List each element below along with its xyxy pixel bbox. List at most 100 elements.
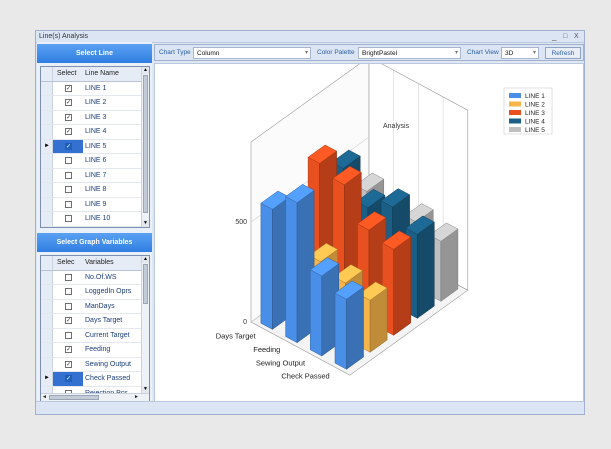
row-checkbox[interactable] — [65, 171, 72, 179]
grid-row[interactable]: Current Target — [41, 328, 149, 343]
row-header-cell[interactable] — [41, 328, 53, 342]
scroll-right-icon[interactable]: ► — [134, 394, 139, 400]
row-checkbox[interactable] — [65, 200, 72, 208]
vertical-scrollbar[interactable]: ▲ ▼ — [141, 256, 149, 393]
grid-row[interactable]: LINE 10 — [41, 212, 149, 227]
current-row-icon: ► — [44, 375, 50, 381]
name-column-header[interactable]: Line Name — [85, 70, 119, 77]
row-checkbox[interactable] — [65, 157, 72, 164]
row-header-cell[interactable] — [41, 212, 53, 226]
row-header-cell[interactable] — [41, 110, 53, 124]
chart-toolbar: Chart Type Column ▾ Color Palette Bright… — [154, 44, 584, 61]
scroll-thumb[interactable] — [143, 75, 148, 213]
vertical-scrollbar[interactable]: ▲ ▼ — [141, 67, 149, 227]
row-header-cell[interactable]: ► — [41, 372, 53, 386]
grid-row[interactable]: ✓ LINE 3 — [41, 110, 149, 125]
grid-row[interactable]: ✓ Days Target — [41, 314, 149, 329]
scroll-up-icon[interactable]: ▲ — [142, 67, 149, 74]
row-checkbox[interactable]: ✓ — [65, 128, 72, 135]
maximize-icon[interactable]: □ — [563, 33, 567, 40]
row-checkbox[interactable]: ✓ — [65, 99, 72, 106]
select-column-header[interactable]: Selec — [57, 259, 75, 266]
minimize-icon[interactable]: _ — [552, 32, 556, 41]
row-header-cell[interactable] — [41, 343, 53, 357]
scroll-thumb[interactable] — [143, 264, 148, 304]
grid-row[interactable]: ✓ Feeding — [41, 343, 149, 358]
chart-type-value: Column — [197, 50, 220, 57]
row-checkbox[interactable] — [65, 215, 72, 222]
row-checkbox[interactable] — [65, 273, 72, 281]
chart-title: Analysis — [383, 123, 410, 130]
chart-svg: 0 500 Analysis Days Target Feeding Sewing Out… — [216, 56, 553, 381]
name-column-header[interactable]: Variables — [85, 259, 114, 266]
grid-row[interactable]: ► ✓ Check Passed — [41, 372, 149, 387]
grid-row[interactable]: ManDays — [41, 299, 149, 314]
scroll-down-icon[interactable]: ▼ — [142, 220, 149, 227]
bar-side — [346, 286, 364, 370]
scroll-down-icon[interactable]: ▼ — [142, 386, 149, 393]
row-header-cell[interactable] — [41, 299, 53, 313]
row-checkbox[interactable]: ✓ — [65, 346, 72, 353]
row-label: LINE 10 — [85, 215, 111, 222]
legend-swatch — [509, 118, 521, 124]
grid-row[interactable]: LINE 8 — [41, 183, 149, 198]
grid-row[interactable]: ✓ LINE 1 — [41, 81, 149, 96]
color-palette-select[interactable]: BrightPastel ▾ — [358, 47, 461, 59]
row-header-cell[interactable] — [41, 96, 53, 110]
close-icon[interactable]: X — [574, 33, 579, 40]
row-header-cell[interactable] — [41, 168, 53, 182]
chart-view-select[interactable]: 3D ▾ — [501, 47, 539, 59]
grid-row[interactable]: ✓ LINE 4 — [41, 125, 149, 140]
bar-front — [260, 202, 273, 330]
row-header-cell[interactable] — [41, 357, 53, 371]
grid-row[interactable]: LoggedIn Oprs — [41, 285, 149, 300]
row-header-cell[interactable] — [41, 183, 53, 197]
horizontal-scrollbar[interactable]: ◄ ► — [41, 393, 149, 401]
row-checkbox[interactable] — [65, 288, 72, 295]
grid-row[interactable]: ► ✓ LINE 5 — [41, 139, 149, 154]
row-label: LINE 4 — [85, 128, 107, 135]
scroll-up-icon[interactable]: ▲ — [142, 256, 149, 263]
row-label: LINE 3 — [85, 113, 107, 121]
row-header-cell[interactable]: ► — [41, 139, 53, 153]
select-column-header[interactable]: Select — [57, 70, 76, 77]
chart-type-select[interactable]: Column ▾ — [193, 47, 311, 59]
row-checkbox[interactable] — [65, 331, 72, 339]
bar-side — [417, 221, 435, 319]
row-checkbox[interactable] — [65, 302, 72, 310]
scroll-left-icon[interactable]: ◄ — [42, 394, 47, 400]
grid-row[interactable]: ✓ LINE 2 — [41, 96, 149, 111]
row-checkbox[interactable] — [65, 186, 72, 193]
grid-row[interactable]: No.Of.WS — [41, 270, 149, 285]
refresh-button[interactable]: Refresh — [545, 47, 581, 59]
row-header-cell[interactable] — [41, 154, 53, 168]
y-tick-label: 0 — [243, 319, 247, 326]
status-bar — [36, 401, 584, 414]
row-header-cell[interactable] — [41, 125, 53, 139]
chart-view-value: 3D — [505, 50, 514, 57]
grid-row[interactable]: LINE 9 — [41, 197, 149, 212]
row-checkbox[interactable]: ✓ — [65, 84, 72, 92]
grid-row[interactable]: LINE 6 — [41, 154, 149, 169]
row-header-cell[interactable] — [41, 314, 53, 328]
legend-label: LINE 4 — [525, 119, 545, 126]
grid-row[interactable]: ✓ Sewing Output — [41, 357, 149, 372]
row-header-cell[interactable] — [41, 285, 53, 299]
row-checkbox[interactable]: ✓ — [65, 142, 72, 150]
row-checkbox[interactable]: ✓ — [65, 375, 72, 382]
grid-header-row: Selec Variables — [41, 256, 149, 271]
row-header-cell[interactable] — [41, 81, 53, 95]
y-tick-label: 500 — [235, 219, 247, 226]
scroll-thumb[interactable] — [49, 395, 99, 400]
row-checkbox[interactable]: ✓ — [65, 317, 72, 324]
row-header-cell[interactable] — [41, 197, 53, 211]
chevron-down-icon: ▾ — [454, 50, 458, 56]
category-label: Feeding — [253, 345, 280, 354]
row-checkbox[interactable]: ✓ — [65, 360, 72, 368]
grid-row[interactable]: LINE 7 — [41, 168, 149, 183]
bar-front — [310, 269, 323, 357]
row-label: ManDays — [85, 302, 115, 310]
legend-swatch — [509, 101, 521, 107]
row-header-cell[interactable] — [41, 270, 53, 284]
row-checkbox[interactable]: ✓ — [65, 113, 72, 121]
